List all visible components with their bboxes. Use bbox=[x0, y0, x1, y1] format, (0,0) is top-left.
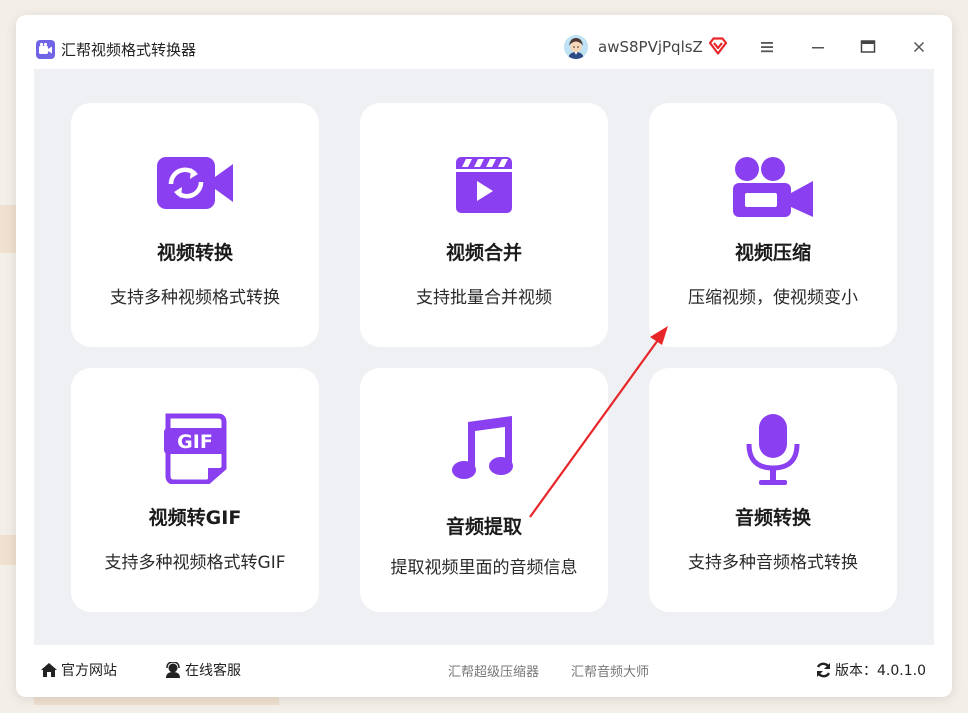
card-video-convert[interactable]: 视频转换 支持多种视频格式转换 bbox=[71, 103, 319, 347]
main-content: 视频转换 支持多种视频格式转换 视频合并 支持批量合并视频 视频压缩 压缩视频，… bbox=[34, 69, 934, 645]
app-title: 汇帮视频格式转换器 bbox=[61, 41, 197, 59]
card-title: 音频提取 bbox=[445, 516, 522, 538]
card-title: 音频转换 bbox=[734, 507, 811, 529]
card-description: 支持多种音频格式转换 bbox=[688, 553, 858, 573]
video-camera-icon bbox=[649, 155, 897, 217]
version-label: 版本：4.0.1.0 bbox=[835, 663, 926, 679]
online-support-label: 在线客服 bbox=[185, 663, 241, 679]
maximize-icon bbox=[860, 40, 876, 53]
footer-bar: 官方网站 在线客服 汇帮超级压缩器 汇帮音频大师 版本：4.0.1.0 bbox=[16, 645, 952, 691]
background-strip bbox=[0, 205, 16, 253]
official-website-label: 官方网站 bbox=[61, 663, 117, 679]
video-convert-icon bbox=[71, 155, 319, 215]
maximize-button[interactable] bbox=[858, 37, 878, 57]
card-video-to-gif[interactable]: GIF 视频转GIF 支持多种视频格式转GIF bbox=[71, 368, 319, 612]
close-button[interactable] bbox=[909, 37, 929, 57]
refresh-icon bbox=[816, 662, 831, 678]
app-window: 汇帮视频格式转换器 awS8PVjPqlsZ 视频转换 支持多种视频格式转换 视… bbox=[16, 15, 952, 697]
card-title: 视频转GIF bbox=[148, 507, 242, 529]
microphone-icon bbox=[649, 412, 897, 485]
minimize-icon bbox=[812, 47, 824, 49]
svg-text:GIF: GIF bbox=[177, 431, 213, 453]
card-description: 支持多种视频格式转GIF bbox=[104, 553, 286, 573]
online-support-link[interactable]: 在线客服 bbox=[164, 660, 241, 680]
close-icon bbox=[913, 41, 925, 53]
card-audio-extract[interactable]: 音频提取 提取视频里面的音频信息 bbox=[360, 368, 608, 612]
card-audio-convert[interactable]: 音频转换 支持多种音频格式转换 bbox=[649, 368, 897, 612]
card-title: 视频压缩 bbox=[734, 242, 811, 264]
user-avatar[interactable] bbox=[564, 35, 588, 59]
card-video-compress[interactable]: 视频压缩 压缩视频，使视频变小 bbox=[649, 103, 897, 347]
card-description: 支持批量合并视频 bbox=[416, 288, 552, 308]
username[interactable]: awS8PVjPqlsZ bbox=[598, 38, 703, 56]
version-info[interactable]: 版本：4.0.1.0 bbox=[815, 660, 926, 680]
background-strip bbox=[34, 697, 279, 705]
minimize-button[interactable] bbox=[808, 37, 828, 57]
home-icon bbox=[41, 663, 57, 677]
card-description: 支持多种视频格式转换 bbox=[110, 288, 280, 308]
hamburger-icon bbox=[761, 42, 773, 53]
card-description: 压缩视频，使视频变小 bbox=[688, 288, 858, 308]
music-note-icon bbox=[360, 414, 608, 479]
audio-master-link[interactable]: 汇帮音频大师 bbox=[571, 661, 649, 680]
menu-button[interactable] bbox=[757, 37, 777, 57]
card-video-merge[interactable]: 视频合并 支持批量合并视频 bbox=[360, 103, 608, 347]
card-description: 提取视频里面的音频信息 bbox=[390, 558, 578, 578]
background-strip bbox=[0, 535, 16, 565]
card-title: 视频转换 bbox=[156, 242, 233, 264]
super-compressor-link[interactable]: 汇帮超级压缩器 bbox=[448, 661, 539, 680]
customer-service-icon bbox=[166, 662, 180, 678]
gif-icon: GIF bbox=[71, 412, 319, 484]
vip-diamond-icon[interactable] bbox=[708, 37, 728, 59]
official-website-link[interactable]: 官方网站 bbox=[40, 660, 117, 680]
title-bar: 汇帮视频格式转换器 awS8PVjPqlsZ bbox=[16, 15, 952, 69]
card-title: 视频合并 bbox=[445, 242, 522, 264]
video-merge-icon bbox=[360, 155, 608, 215]
app-logo-icon bbox=[36, 40, 55, 59]
